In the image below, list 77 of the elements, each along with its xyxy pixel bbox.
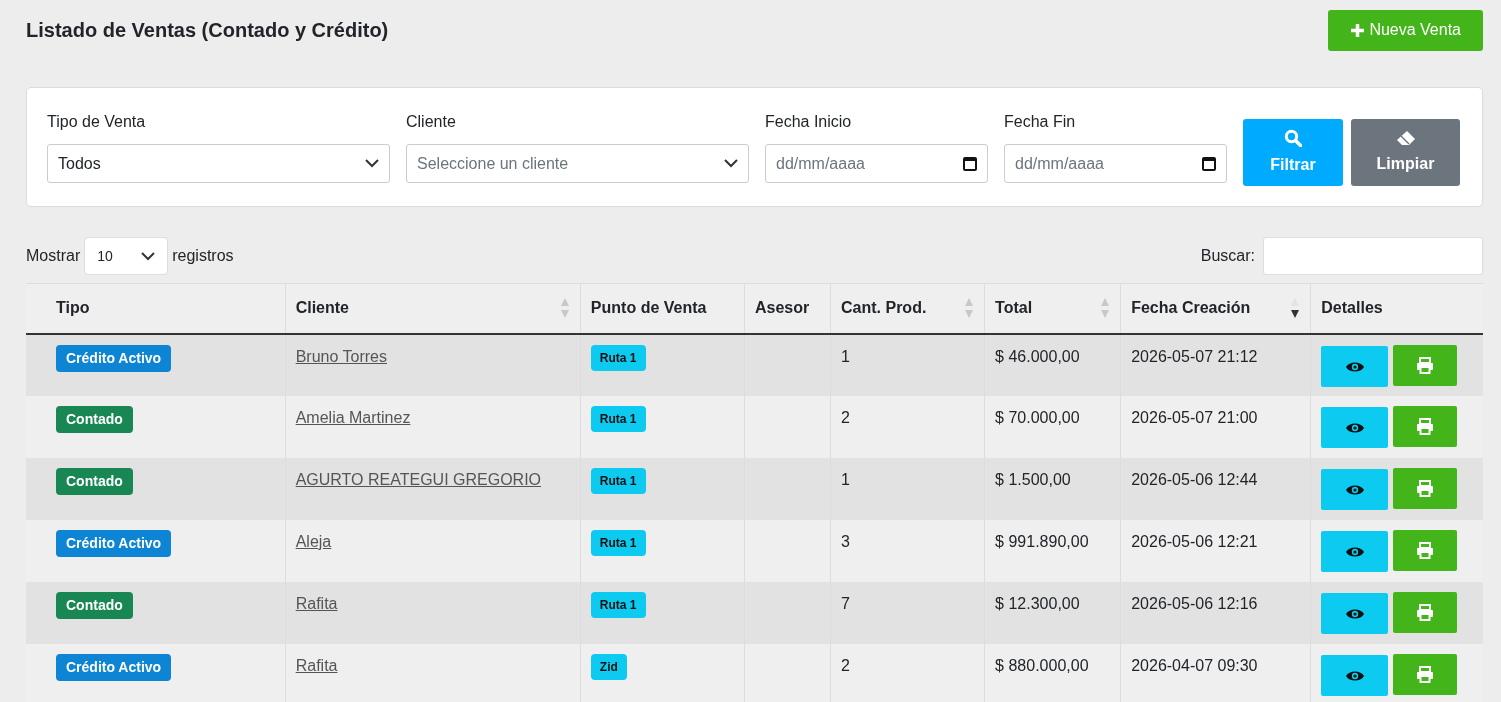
- field-label: Fecha Inicio: [765, 112, 853, 132]
- table-cell: 2: [841, 656, 850, 674]
- column-header: Asesor: [754, 298, 810, 319]
- plus-icon: [1350, 22, 1366, 38]
- printer-icon: [1416, 665, 1435, 683]
- table-cell: 1: [841, 470, 850, 488]
- client-link[interactable]: Bruno Torres: [295, 347, 387, 365]
- view-button[interactable]: [1321, 593, 1389, 634]
- printer-icon: [1416, 479, 1435, 497]
- table-cell: 2026-05-06 12:44: [1131, 470, 1258, 488]
- page-title: Listado de Ventas (Contado y Crédito): [26, 18, 389, 42]
- client-link[interactable]: Rafita: [295, 656, 338, 674]
- printer-icon: [1416, 417, 1435, 435]
- table-cell: $ 70.000,00: [995, 408, 1080, 426]
- sale-type-badge: Contado: [56, 405, 133, 433]
- field-label: Fecha Fin: [1004, 112, 1077, 132]
- table-cell: 2026-05-07 21:00: [1131, 408, 1258, 426]
- table-cell: $ 1.500,00: [995, 470, 1071, 488]
- printer-icon: [1416, 603, 1435, 621]
- table-cell: 7: [841, 594, 850, 612]
- printer-icon: [1416, 541, 1435, 559]
- clear-button[interactable]: Limpiar: [1351, 119, 1460, 186]
- table-cell: $ 880.000,00: [995, 656, 1089, 674]
- calendar-icon: [1202, 156, 1216, 171]
- printer-icon: [1416, 356, 1435, 374]
- point-of-sale-badge: Ruta 1: [590, 529, 646, 556]
- table-cell: $ 991.890,00: [995, 532, 1089, 550]
- date-field[interactable]: dd/mm/aaaa: [765, 144, 988, 183]
- search-field[interactable]: [1263, 237, 1483, 275]
- field-label: Cliente: [406, 112, 457, 132]
- chevron-down-icon: [365, 159, 379, 168]
- length-label: registros: [172, 246, 234, 266]
- sale-type-badge: Contado: [56, 591, 133, 619]
- view-button[interactable]: [1321, 655, 1389, 696]
- date-field[interactable]: dd/mm/aaaa: [1004, 144, 1227, 183]
- select-field[interactable]: Seleccione un cliente: [406, 144, 749, 183]
- view-button[interactable]: [1321, 531, 1389, 572]
- sortable-header[interactable]: Cliente: [295, 296, 349, 321]
- column-header: Detalles: [1321, 298, 1383, 319]
- table-cell: 2026-05-07 21:12: [1131, 347, 1258, 365]
- chevron-down-icon: [724, 159, 738, 168]
- calendar-icon: [963, 156, 977, 171]
- view-button[interactable]: [1321, 469, 1389, 510]
- column-header: Punto de Venta: [590, 298, 707, 319]
- sale-type-badge: Contado: [56, 467, 133, 495]
- field-label: Tipo de Venta: [47, 112, 147, 132]
- chevron-down-icon: [141, 251, 156, 261]
- sale-type-badge: Crédito Activo: [56, 529, 172, 557]
- table-cell: $ 12.300,00: [995, 594, 1080, 612]
- table-cell: 2026-05-06 12:16: [1131, 594, 1258, 612]
- point-of-sale-badge: Zid: [590, 653, 627, 680]
- eraser-icon: [1395, 129, 1416, 146]
- search-icon: [1284, 128, 1302, 147]
- table-cell: 2026-04-07 09:30: [1131, 656, 1258, 674]
- point-of-sale-badge: Ruta 1: [590, 467, 646, 494]
- table-cell: 3: [841, 532, 850, 550]
- length-label: Mostrar: [26, 246, 81, 266]
- client-link[interactable]: Aleja: [295, 532, 332, 550]
- table-cell: 1: [841, 347, 850, 365]
- table-cell: 2: [841, 408, 850, 426]
- sale-type-badge: Crédito Activo: [56, 653, 172, 681]
- search-label: Buscar:: [1200, 246, 1255, 266]
- point-of-sale-badge: Ruta 1: [590, 344, 646, 371]
- sale-type-badge: Crédito Activo: [56, 344, 172, 372]
- point-of-sale-badge: Ruta 1: [590, 405, 646, 432]
- page-length-select[interactable]: 10: [84, 237, 169, 275]
- select-field[interactable]: Todos: [47, 144, 390, 183]
- column-header: Tipo: [56, 298, 90, 319]
- client-link[interactable]: Rafita: [295, 594, 338, 612]
- view-button[interactable]: [1321, 407, 1389, 448]
- table-cell: $ 46.000,00: [995, 347, 1080, 365]
- client-link[interactable]: Amelia Martinez: [295, 408, 411, 426]
- view-button[interactable]: [1321, 346, 1389, 387]
- sortable-header[interactable]: Total: [995, 296, 1033, 321]
- sort-icon[interactable]: [1290, 297, 1301, 320]
- point-of-sale-badge: Ruta 1: [590, 591, 646, 618]
- table-cell: 2026-05-06 12:21: [1131, 532, 1258, 550]
